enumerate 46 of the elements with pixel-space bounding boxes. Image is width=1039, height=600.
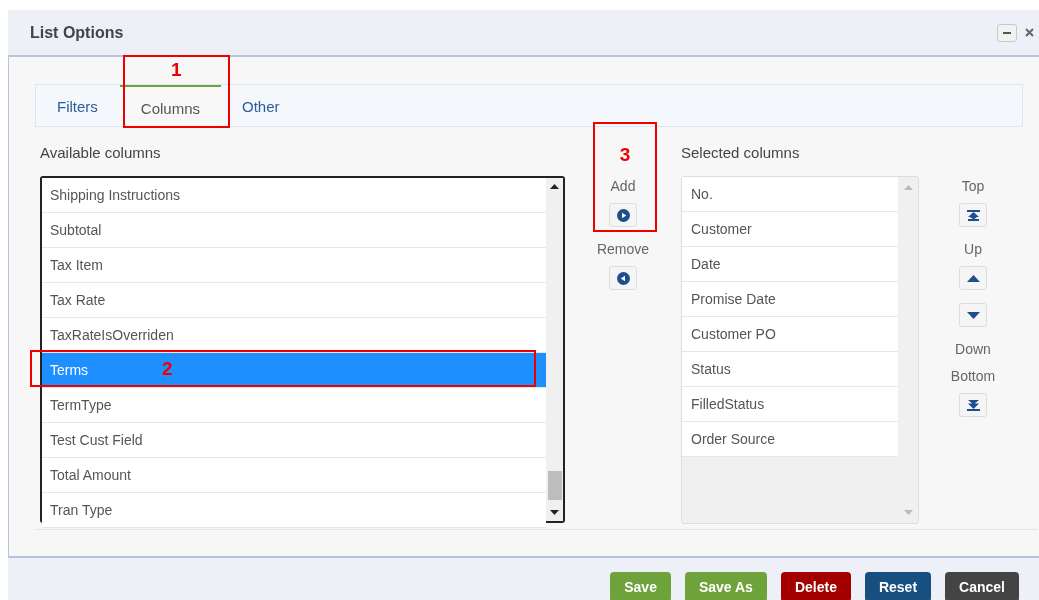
move-bottom-icon — [966, 399, 980, 411]
callout-number: 2 — [162, 357, 173, 380]
footer-button[interactable]: Cancel — [945, 572, 1019, 600]
move-down-button[interactable] — [959, 303, 987, 327]
callout-number: 3 — [619, 144, 631, 166]
list-item[interactable]: Shipping Instructions — [42, 178, 546, 213]
list-item[interactable]: Status — [682, 352, 898, 387]
scroll-down-icon[interactable] — [550, 510, 559, 515]
list-item[interactable]: No. — [682, 177, 898, 212]
caret-down-icon — [966, 311, 980, 319]
move-top-icon — [966, 209, 980, 221]
footer-button[interactable]: Delete — [780, 572, 851, 600]
play-circle-icon — [616, 208, 630, 222]
tab[interactable]: Columns — [119, 85, 222, 126]
list-item[interactable]: Customer — [682, 212, 898, 247]
move-bottom-button[interactable] — [959, 393, 987, 417]
scrollbar-thumb[interactable] — [547, 471, 562, 500]
tab[interactable]: Filters — [36, 85, 120, 126]
list-item[interactable]: FilledStatus — [682, 387, 898, 422]
list-item[interactable]: Date — [682, 247, 898, 282]
scrollbar[interactable] — [546, 178, 563, 521]
action-label: Down — [955, 340, 991, 358]
move-top-button[interactable] — [959, 203, 987, 227]
list-item[interactable]: Promise Date — [682, 282, 898, 317]
caret-up-icon — [966, 274, 980, 282]
scroll-up-icon[interactable] — [550, 184, 559, 189]
add-button[interactable] — [609, 203, 637, 227]
remove-button[interactable] — [609, 266, 637, 290]
action-label: Up — [964, 240, 982, 258]
list-label: Selected columns — [681, 143, 801, 163]
action-label: Remove — [596, 240, 650, 258]
window-title: List Options — [30, 23, 124, 42]
back-circle-icon — [616, 271, 630, 285]
tab[interactable]: Other — [221, 85, 301, 126]
close-icon[interactable] — [1025, 28, 1034, 37]
list-label: Available columns — [40, 143, 162, 163]
action-label: Bottom — [950, 367, 996, 385]
action-label: Add — [610, 177, 636, 195]
minus-icon — [1003, 31, 1011, 34]
list-item[interactable]: Customer PO — [682, 317, 898, 352]
footer-button[interactable]: Reset — [864, 572, 932, 600]
move-up-button[interactable] — [959, 266, 987, 290]
callout-number: 1 — [171, 59, 182, 81]
list-item[interactable]: Order Source — [682, 422, 898, 457]
action-label: Top — [961, 177, 985, 195]
minimize-button[interactable] — [997, 23, 1017, 42]
